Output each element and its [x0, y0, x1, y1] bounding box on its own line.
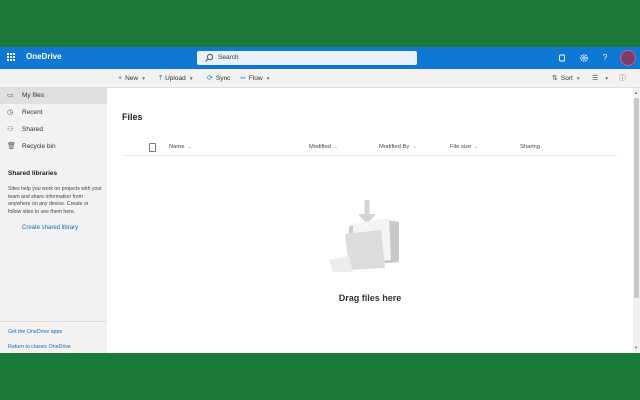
sort-button[interactable]: ⇅ Sort ▼	[552, 73, 581, 85]
chevron-down-icon: ⌄	[333, 144, 339, 150]
new-label: New	[125, 75, 139, 82]
column-header-modified-by[interactable]: Modified By ⌄	[379, 144, 417, 150]
upload-button[interactable]: ⤒ Upload ▼	[159, 73, 194, 85]
column-label: Sharing	[520, 144, 540, 150]
column-label: Modified	[309, 144, 331, 150]
flow-icon: ∾	[240, 75, 246, 82]
sidebar-divider	[0, 321, 107, 322]
column-header-file-size[interactable]: File size ⌄	[450, 144, 478, 150]
gear-icon[interactable]	[578, 52, 590, 64]
clock-icon: ◷	[7, 109, 14, 116]
sidebar-item-label: My files	[22, 92, 45, 99]
classic-onedrive-link[interactable]: Return to classic OneDrive	[8, 344, 71, 350]
list-view-icon: ☰	[592, 75, 599, 82]
create-shared-library-link[interactable]: Create shared library	[22, 225, 78, 231]
notification-icon[interactable]	[556, 52, 568, 64]
sidebar-item-shared[interactable]: ⚇ Shared	[0, 122, 107, 138]
sync-icon: ⟳	[207, 75, 213, 82]
info-button[interactable]: ⓘ	[619, 73, 629, 84]
shared-libraries-description: Sites help you work on projects with you…	[8, 186, 102, 215]
chevron-down-icon: ▼	[575, 76, 581, 82]
empty-state-text: Drag files here	[338, 293, 402, 303]
column-header-name[interactable]: Name ⌄	[169, 144, 192, 150]
sort-label: Sort	[560, 75, 573, 82]
info-icon: ⓘ	[619, 75, 626, 82]
chevron-down-icon: ▼	[188, 76, 194, 82]
scrollbar-thumb[interactable]	[634, 98, 639, 298]
sidebar-item-label: Recent	[22, 109, 43, 116]
column-header-modified[interactable]: Modified ⌄	[309, 144, 338, 150]
plus-icon: +	[118, 75, 123, 82]
file-type-icon	[149, 143, 156, 152]
sidebar-item-recent[interactable]: ◷ Recent	[0, 105, 107, 121]
get-apps-link[interactable]: Get the OneDrive apps	[8, 329, 62, 335]
flow-button[interactable]: ∾ Flow ▼	[240, 73, 271, 85]
sidebar-item-label: Shared	[22, 126, 43, 133]
chevron-down-icon: ⌄	[187, 144, 192, 150]
help-icon[interactable]: ?	[599, 52, 611, 64]
vertical-scrollbar[interactable]: ▲ ▼	[633, 88, 640, 353]
sync-button[interactable]: ⟳ Sync	[207, 73, 230, 84]
top-bar: OneDrive Search ?	[0, 47, 640, 69]
upload-label: Upload	[165, 75, 186, 82]
waffle-icon[interactable]	[7, 53, 16, 62]
sidebar: ▭ My files ◷ Recent ⚇ Shared 🗑 Recycle b…	[0, 88, 107, 353]
scroll-up-icon[interactable]: ▲	[634, 90, 638, 95]
shared-libraries-heading: Shared libraries	[8, 170, 58, 177]
page-title: Files	[122, 112, 143, 122]
people-icon: ⚇	[7, 126, 14, 133]
search-icon	[205, 53, 214, 62]
upload-icon: ⤒	[159, 75, 163, 82]
sync-label: Sync	[215, 75, 231, 82]
avatar[interactable]	[620, 50, 636, 66]
sidebar-item-recycle-bin[interactable]: 🗑 Recycle bin	[0, 139, 107, 155]
search-box[interactable]: Search	[197, 51, 417, 65]
trash-icon: 🗑	[7, 143, 16, 150]
chevron-down-icon: ▼	[265, 76, 271, 82]
chevron-down-icon: ⌄	[412, 144, 417, 150]
column-label: Name	[169, 144, 185, 150]
scroll-down-icon[interactable]: ▼	[634, 345, 638, 350]
chevron-down-icon: ⌄	[474, 144, 479, 150]
new-button[interactable]: + New ▼	[118, 73, 146, 85]
main-content: Files Name ⌄ Modified ⌄ Modified By ⌄ File …	[107, 88, 633, 353]
onedrive-window: OneDrive Search ? + New ▼ ⤒ Upload ▼ ⟳ Sync ∾…	[0, 47, 640, 353]
sort-icon: ⇅	[552, 75, 558, 82]
chevron-down-icon: ▼	[141, 76, 147, 82]
chevron-down-icon: ▼	[604, 76, 610, 82]
app-name[interactable]: OneDrive	[26, 52, 62, 61]
folder-icon: ▭	[7, 92, 14, 99]
view-options-button[interactable]: ☰ ▼	[592, 73, 609, 85]
column-header-sharing[interactable]: Sharing	[520, 144, 540, 150]
sidebar-item-my-files[interactable]: ▭ My files	[0, 88, 107, 104]
sidebar-item-label: Recycle bin	[22, 143, 56, 150]
column-label: File size	[450, 144, 472, 150]
search-placeholder: Search	[218, 54, 239, 61]
column-label: Modified By	[379, 144, 410, 150]
command-bar: + New ▼ ⤒ Upload ▼ ⟳ Sync ∾ Flow ▼ ⇅ Sort ▼ ☰ ▼ ⓘ	[0, 69, 640, 88]
empty-folder-illustration	[329, 200, 399, 272]
header-divider	[122, 155, 617, 156]
flow-label: Flow	[248, 75, 263, 82]
